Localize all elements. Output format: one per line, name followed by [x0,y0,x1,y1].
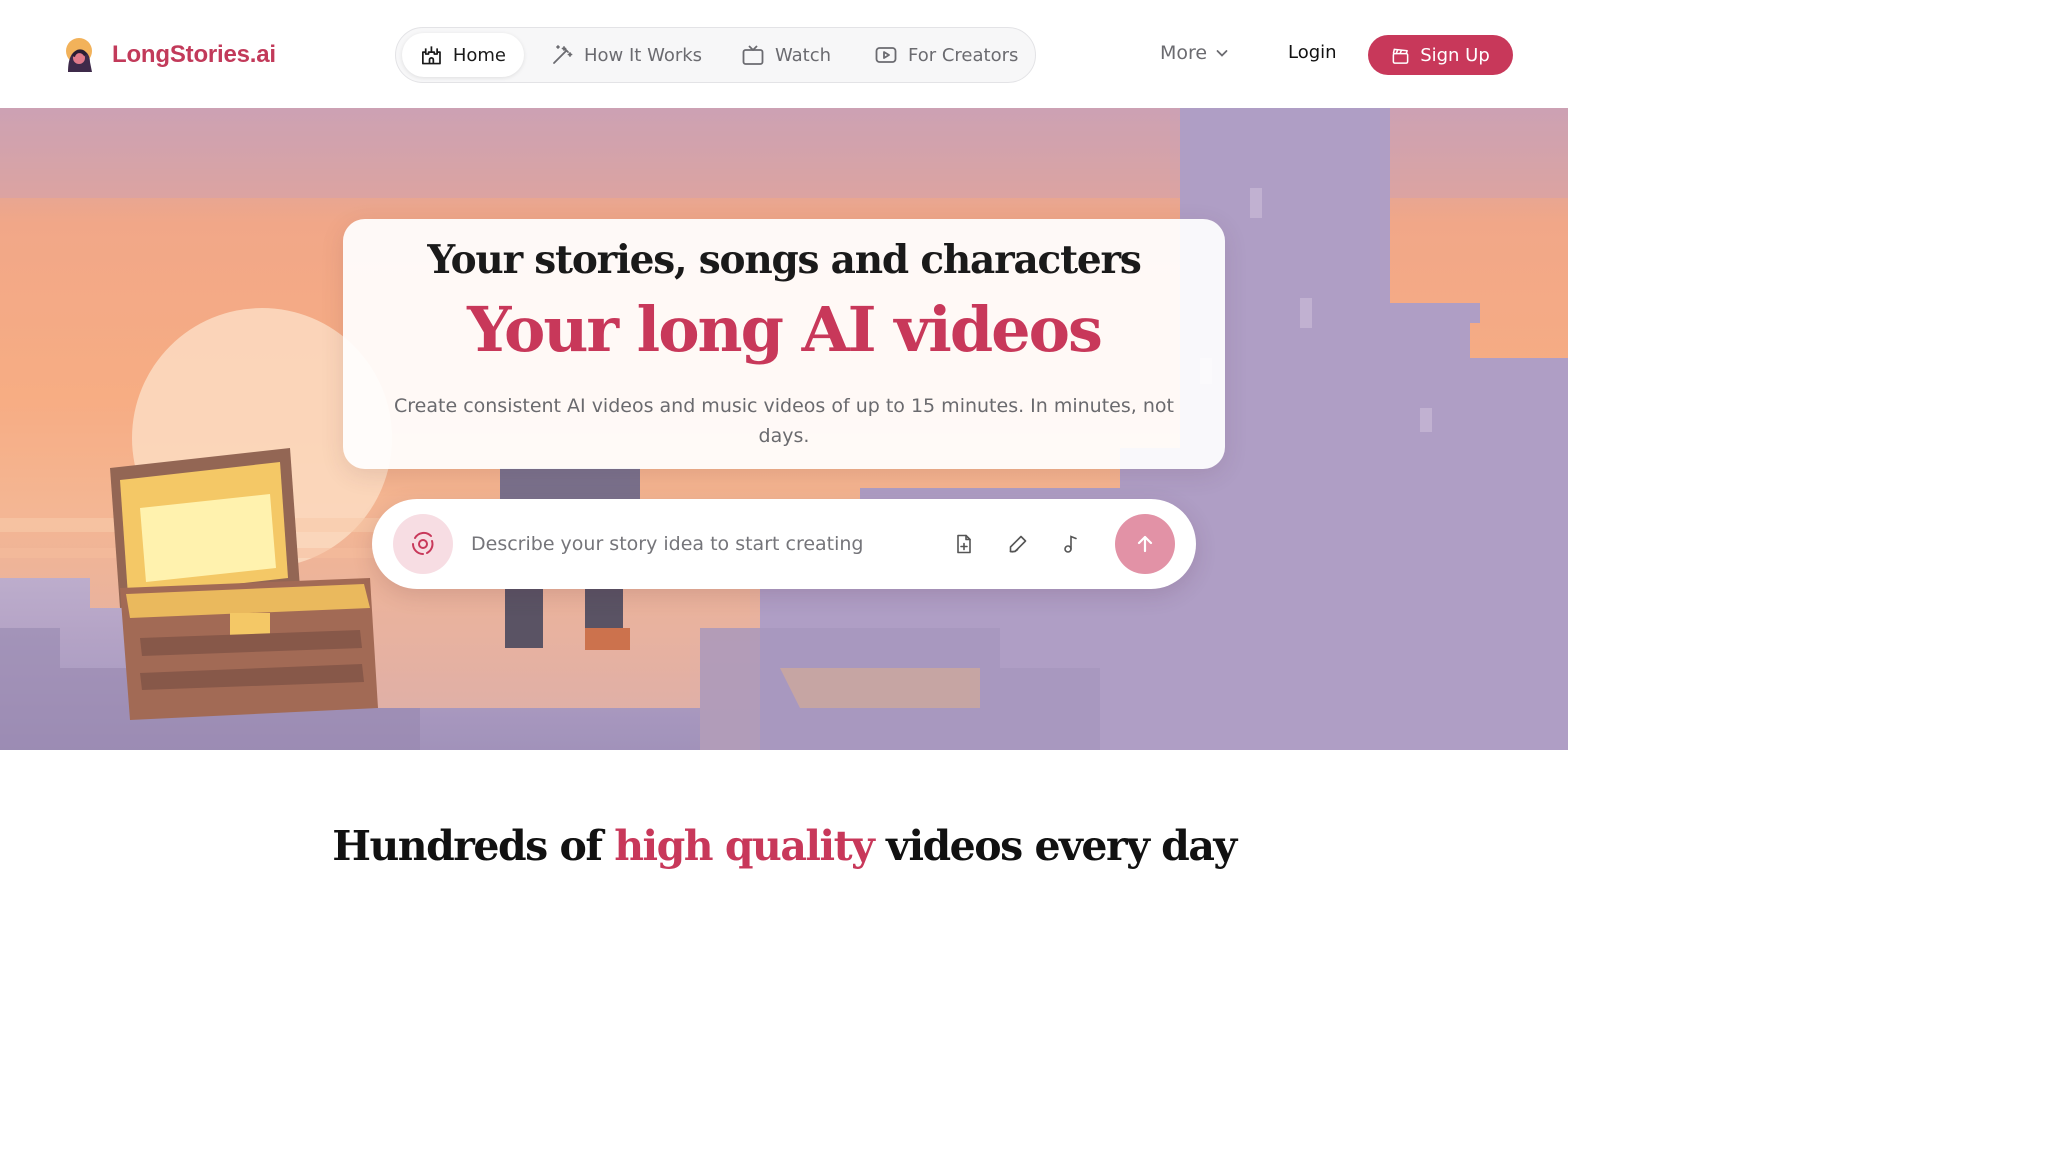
nav-watch-label: Watch [775,44,832,66]
spark-orbit-icon [412,531,434,555]
site-header: LongStories.ai Home How It Works Watch F… [0,0,1568,108]
nav-for-creators[interactable]: For Creators [856,33,1036,77]
section-title-accent: high quality [614,822,875,870]
video-play-icon [875,47,897,63]
tv-icon [742,45,764,65]
section-title-end: videos every day [873,822,1237,870]
write-script-button[interactable] [1004,530,1032,558]
hero-eyebrow: Your stories, songs and characters [427,237,1141,283]
pen-icon [1009,535,1027,553]
nav-how-it-works-label: How It Works [584,44,703,66]
hero-section: Your stories, songs and characters Your … [0,108,1568,750]
clapperboard-icon [1392,48,1409,64]
story-idea-input[interactable] [471,524,911,564]
brand-link[interactable]: LongStories.ai [62,36,276,74]
signup-button[interactable]: Sign Up [1368,35,1513,75]
main-nav: Home How It Works Watch For Creators [395,27,1036,83]
nav-watch[interactable]: Watch [723,33,849,77]
send-button[interactable] [1115,514,1175,574]
prompt-mode-button[interactable] [393,514,453,574]
add-music-button[interactable] [1057,530,1085,558]
music-note-icon [1064,535,1077,553]
story-prompt-bar [372,499,1196,589]
brand-logo-icon [66,38,92,72]
section-title: Hundreds of high quality videos every da… [0,822,1568,870]
nav-for-creators-label: For Creators [908,44,1019,66]
document-add-icon [957,534,971,554]
more-label: More [1160,42,1208,64]
magic-wand-icon [553,45,573,64]
section-title-start: Hundreds of [332,822,615,870]
castle-icon [421,46,441,65]
attach-document-button[interactable] [950,530,978,558]
signup-label: Sign Up [1420,44,1490,66]
nav-how-it-works[interactable]: How It Works [532,33,720,77]
hero-subtitle: Create consistent AI videos and music vi… [394,395,1174,447]
hero-card: Your stories, songs and characters Your … [343,219,1225,469]
hero-title: Your long AI videos [467,293,1103,366]
chevron-down-icon [1216,50,1228,57]
nav-home-label: Home [452,44,506,66]
more-menu-button[interactable]: More [1160,42,1229,64]
brand-name: LongStories.ai [112,41,276,68]
nav-home[interactable]: Home [402,33,524,77]
login-link[interactable]: Login [1288,42,1337,63]
arrow-up-icon [1137,535,1153,553]
